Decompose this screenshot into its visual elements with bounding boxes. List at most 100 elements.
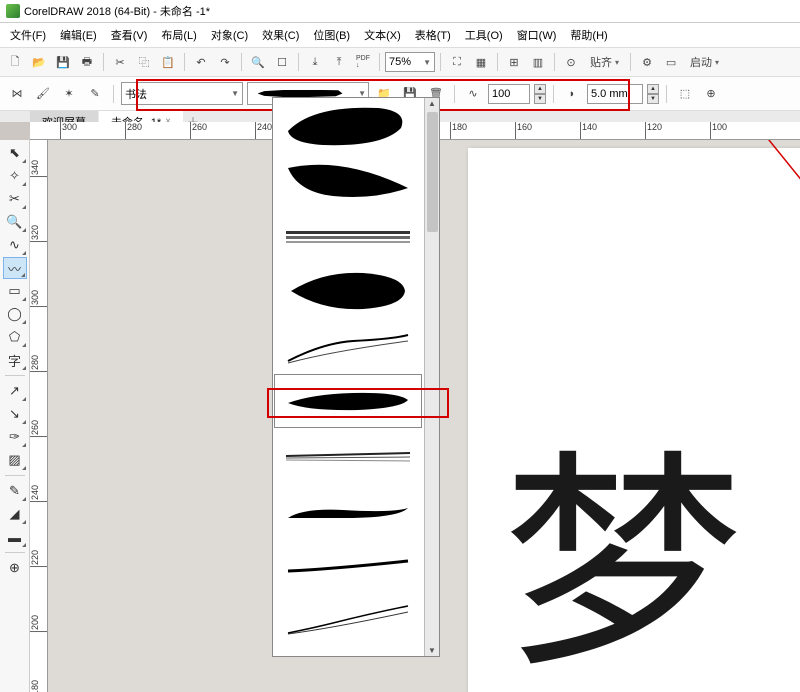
menu-tools[interactable]: 工具(O) [459,25,509,45]
menu-help[interactable]: 帮助(H) [564,25,613,45]
launch-button[interactable]: 启动▾ [684,51,725,73]
pdf-button[interactable]: PDF↓ [352,51,374,73]
brushstroke-option-7[interactable] [274,429,422,483]
separator [553,85,554,103]
rectangle-tool[interactable]: ▭ [3,280,27,302]
scrollbar-thumb[interactable] [427,112,438,232]
brushstroke-option-3[interactable] [274,209,422,263]
guidelines-button[interactable]: ▥ [527,51,549,73]
brushstroke-option-6[interactable] [274,374,422,428]
import-button[interactable]: ⤓ [304,51,326,73]
toolbox-separator [5,375,25,376]
connector-tool[interactable]: ↘ [3,403,27,425]
pick-tool[interactable]: ⬉ [3,142,27,164]
zoom-tool[interactable]: 🔍 [3,211,27,233]
sprayer-tool-icon[interactable]: ✶ [58,83,80,105]
ellipse-tool[interactable]: ◯ [3,303,27,325]
separator [241,53,242,71]
standard-toolbar: 🗋 📂 💾 🖶 ✂ ⿻ 📋 ↶ ↷ 🔍 ☐ ⤓ ⤒ PDF↓ 75%▼ ⛶ ▦ … [0,48,800,77]
ruler-tick: 320 [30,225,48,242]
ruler-tick: 340 [30,160,48,177]
brushstroke-option-10[interactable] [274,594,422,648]
transparency-tool[interactable]: ▨ [3,449,27,471]
shape-tool[interactable]: ✧ [3,165,27,187]
separator [103,53,104,71]
dropdown-scrollbar[interactable]: ▲ ▼ [424,98,439,656]
snap-to-button[interactable]: 贴齐▾ [584,51,625,73]
addon-button[interactable]: ▭ [660,51,682,73]
toolbox-separator [5,475,25,476]
interactive-fill-tool[interactable]: ✎ [3,480,27,502]
crop-tool[interactable]: ✂ [3,188,27,210]
search-button[interactable]: 🔍 [247,51,269,73]
brushstroke-option-1[interactable] [274,99,422,153]
preset-tool-icon[interactable]: ⋈ [6,83,28,105]
cut-button[interactable]: ✂ [109,51,131,73]
brushstroke-dropdown: ▲ ▼ [272,97,440,657]
menu-object[interactable]: 对象(C) [205,25,254,45]
brush-tool-icon[interactable]: 🖌 [32,83,54,105]
menu-text[interactable]: 文本(X) [358,25,407,45]
bounding-box-button[interactable]: ⬚ [674,83,696,105]
open-button[interactable]: 📂 [28,51,50,73]
ruler-tick: 200 [30,615,48,632]
quick-customize-button[interactable]: ⊕ [3,557,27,579]
menu-bitmap[interactable]: 位图(B) [307,25,356,45]
rulers-button[interactable]: ▦ [470,51,492,73]
menu-table[interactable]: 表格(T) [409,25,457,45]
smoothing-spinner[interactable]: ▲▼ [534,84,546,104]
freehand-smoothing-input[interactable]: 100 [488,84,530,104]
brushstroke-option-8[interactable] [274,484,422,538]
new-button[interactable]: 🗋 [4,51,26,73]
ruler-tick: 160 [515,122,532,140]
width-spinner[interactable]: ▲▼ [647,84,659,104]
ruler-vertical[interactable]: 340 320 300 280 260 240 220 200 180 [30,140,48,692]
snap-button[interactable]: ⊙ [560,51,582,73]
add-button[interactable]: ⊕ [700,83,722,105]
brushstroke-option-9[interactable] [274,539,422,593]
ruler-tick: 100 [710,122,727,140]
menu-file[interactable]: 文件(F) [4,25,52,45]
redo-button[interactable]: ↷ [214,51,236,73]
menu-effects[interactable]: 效果(C) [256,25,305,45]
ruler-tick: 280 [30,355,48,372]
calligraphic-tool-icon[interactable]: ✎ [84,83,106,105]
launch-label: 启动 [690,54,712,70]
grid-button[interactable]: ⊞ [503,51,525,73]
brushstroke-option-4[interactable] [274,264,422,318]
zoom-level[interactable]: 75%▼ [385,52,435,72]
freehand-tool[interactable]: ∿ [3,234,27,256]
options-button[interactable]: ⚙ [636,51,658,73]
menu-view[interactable]: 查看(V) [105,25,154,45]
drop-shadow-tool[interactable]: ▬ [3,526,27,548]
undo-button[interactable]: ↶ [190,51,212,73]
eyedropper-tool[interactable]: ✑ [3,426,27,448]
stroke-width-input[interactable]: 5.0 mm [587,84,643,104]
ruler-tick: 180 [450,122,467,140]
smart-fill-tool[interactable]: ◢ [3,503,27,525]
brushstroke-option-5[interactable] [274,319,422,373]
polygon-tool[interactable]: ⬠ [3,326,27,348]
export-button[interactable]: ⤒ [328,51,350,73]
copy-button[interactable]: ⿻ [133,51,155,73]
menu-edit[interactable]: 编辑(E) [54,25,103,45]
tray-button[interactable]: ☐ [271,51,293,73]
ruler-tick: 180 [30,680,48,692]
menu-layout[interactable]: 布局(L) [155,25,202,45]
brush-category-select[interactable]: 书法 ▼ [121,82,243,105]
menu-window[interactable]: 窗口(W) [511,25,563,45]
brushstroke-option-11[interactable] [274,649,422,656]
separator [630,53,631,71]
paste-button[interactable]: 📋 [157,51,179,73]
zoom-value: 75% [389,56,411,68]
brushstroke-option-2[interactable] [274,154,422,208]
text-tool[interactable]: 字 [3,349,27,371]
print-button[interactable]: 🖶 [76,51,98,73]
separator [454,85,455,103]
fullscreen-button[interactable]: ⛶ [446,51,468,73]
save-button[interactable]: 💾 [52,51,74,73]
menubar: 文件(F) 编辑(E) 查看(V) 布局(L) 对象(C) 效果(C) 位图(B… [0,23,800,48]
artistic-media-tool[interactable]: 〰 [3,257,27,279]
smoothing-value: 100 [492,88,510,100]
dimension-tool[interactable]: ↗ [3,380,27,402]
